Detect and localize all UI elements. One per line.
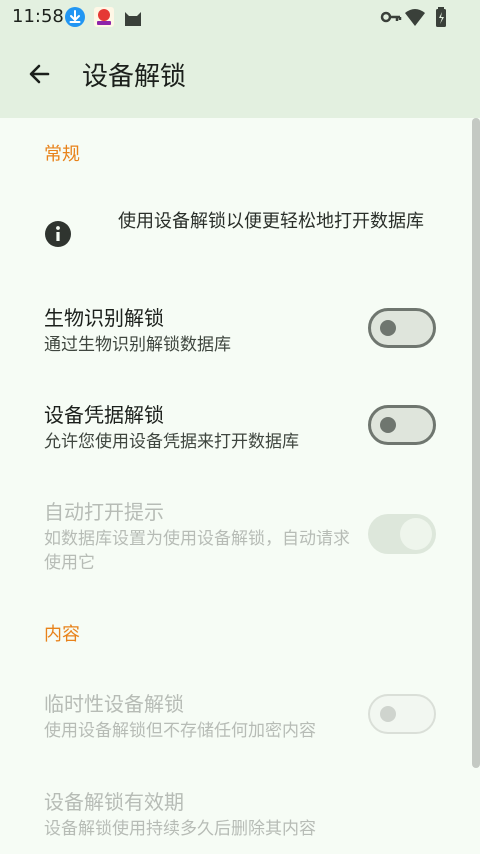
pref-temporary-unlock: 临时性设备解锁 使用设备解锁但不存储任何加密内容 [0, 688, 470, 748]
temporary-unlock-toggle [368, 694, 436, 734]
status-time: 11:58 [12, 6, 64, 27]
pref-summary: 允许您使用设备凭据来打开数据库 [44, 432, 299, 452]
toggle-knob [380, 706, 396, 722]
pref-title: 自动打开提示 [44, 500, 164, 524]
pref-summary: 设备解锁使用持续多久后删除其内容 [44, 819, 316, 839]
toggle-knob [380, 320, 396, 336]
biometric-unlock-toggle[interactable] [368, 308, 436, 348]
pref-title: 设备解锁有效期 [44, 790, 184, 814]
toggle-knob [380, 417, 396, 433]
section-header-general: 常规 [44, 144, 80, 165]
pref-title: 设备凭据解锁 [44, 403, 164, 427]
pref-device-credential-unlock[interactable]: 设备凭据解锁 允许您使用设备凭据来打开数据库 [0, 399, 470, 459]
pref-biometric-unlock[interactable]: 生物识别解锁 通过生物识别解锁数据库 [0, 302, 470, 362]
pref-summary: 通过生物识别解锁数据库 [44, 335, 231, 355]
app-bar: 设备解锁 [0, 34, 480, 118]
scrollbar[interactable] [472, 118, 480, 768]
pref-summary: 如数据库设置为使用设备解锁，自动请求使用它 [44, 529, 350, 573]
pref-unlock-expiration: 设备解锁有效期 设备解锁使用持续多久后删除其内容 [0, 786, 470, 846]
wifi-icon [404, 6, 426, 28]
toggle-knob [400, 518, 432, 550]
info-row: 使用设备解锁以便更轻松地打开数据库 [0, 204, 470, 274]
info-icon [44, 220, 72, 248]
back-button[interactable] [20, 54, 60, 94]
section-header-content: 内容 [44, 624, 80, 645]
auto-open-prompt-toggle [368, 514, 436, 554]
device-credential-unlock-toggle[interactable] [368, 405, 436, 445]
pref-auto-open-prompt: 自动打开提示 如数据库设置为使用设备解锁，自动请求使用它 [0, 496, 470, 580]
pref-title: 临时性设备解锁 [44, 692, 184, 716]
battery-icon [430, 6, 452, 28]
info-text: 使用设备解锁以便更轻松地打开数据库 [118, 211, 424, 232]
arrow-back-icon [29, 64, 50, 84]
page-title: 设备解锁 [82, 62, 187, 92]
pref-summary: 使用设备解锁但不存储任何加密内容 [44, 721, 316, 741]
download-icon [64, 6, 86, 28]
vpn-key-icon [380, 6, 402, 28]
app-notification-icon [93, 6, 115, 28]
pref-title: 生物识别解锁 [44, 306, 164, 330]
status-bar: 11:58 [0, 0, 480, 34]
settings-list: 常规 使用设备解锁以便更轻松地打开数据库 生物识别解锁 通过生物识别解锁数据库 … [0, 118, 480, 854]
cat-app-icon [122, 6, 144, 28]
